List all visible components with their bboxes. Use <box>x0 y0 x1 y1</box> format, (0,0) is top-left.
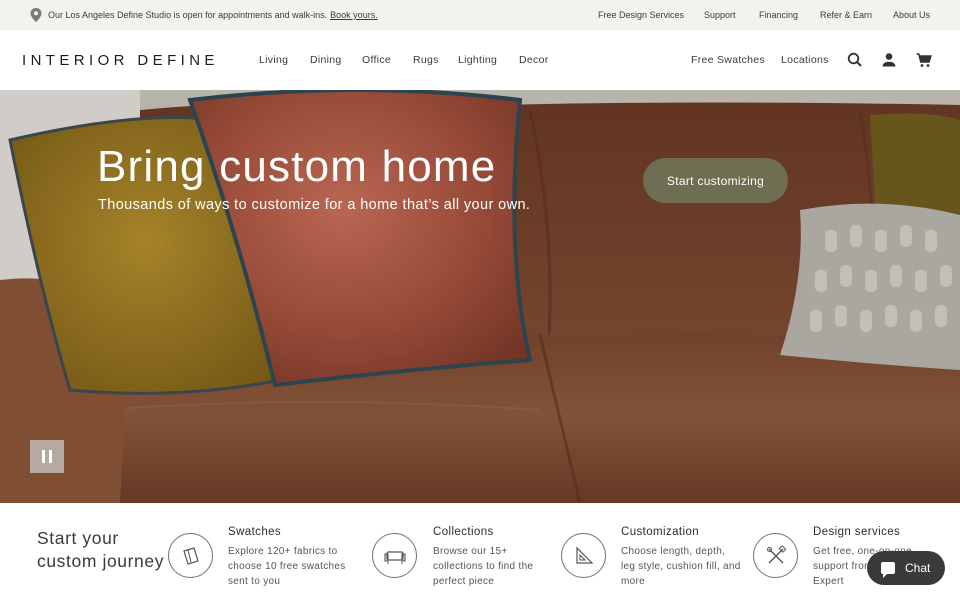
customization-title[interactable]: Customization <box>621 526 699 538</box>
swatches-text: Explore 120+ fabrics to choose 10 free s… <box>228 546 346 587</box>
chat-button[interactable]: Chat <box>867 551 945 585</box>
main-header: INTERIOR DEFINE Living Dining Office Rug… <box>0 30 960 90</box>
pause-icon-bar <box>49 450 52 463</box>
nav-living[interactable]: Living <box>259 54 288 66</box>
nav-decor[interactable]: Decor <box>519 54 549 66</box>
start-customizing-button[interactable]: Start customizing <box>643 158 788 203</box>
tools-icon-circle[interactable] <box>753 533 798 578</box>
announcement-bar: Our Los Angeles Define Studio is open fo… <box>0 0 960 30</box>
announcement-text: Our Los Angeles Define Studio is open fo… <box>48 10 378 20</box>
pause-icon <box>42 450 45 463</box>
location-pin-icon <box>30 8 42 22</box>
cart-icon[interactable] <box>915 51 933 69</box>
util-free-design-services[interactable]: Free Design Services <box>598 10 684 20</box>
free-swatches-link[interactable]: Free Swatches <box>691 54 765 66</box>
nav-dining[interactable]: Dining <box>310 54 342 66</box>
logo[interactable]: INTERIOR DEFINE <box>22 52 219 69</box>
util-support[interactable]: Support <box>704 10 736 20</box>
util-refer-earn[interactable]: Refer & Earn <box>820 10 872 20</box>
swatch-icon <box>183 547 199 565</box>
customization-text: Choose length, depth, leg style, cushion… <box>621 546 741 587</box>
custom-journey-section: Start your custom journey Swatches Explo… <box>0 503 960 600</box>
locations-link[interactable]: Locations <box>781 54 829 66</box>
swatch-icon-circle[interactable] <box>168 533 213 578</box>
hero-banner: Bring custom home Thousands of ways to c… <box>0 90 960 503</box>
search-icon[interactable] <box>846 51 864 69</box>
hero-title: Bring custom home <box>97 142 497 191</box>
sofa-icon <box>384 551 406 564</box>
sofa-icon-circle[interactable] <box>372 533 417 578</box>
account-icon[interactable] <box>880 51 898 69</box>
pause-video-button[interactable] <box>30 440 64 473</box>
journey-title: Start your custom journey <box>37 528 165 571</box>
nav-lighting[interactable]: Lighting <box>458 54 497 66</box>
chat-bubble-icon <box>881 562 895 578</box>
nav-rugs[interactable]: Rugs <box>413 54 439 66</box>
util-about-us[interactable]: About Us <box>893 10 930 20</box>
design-services-title[interactable]: Design services <box>813 526 900 538</box>
tools-icon <box>767 545 787 564</box>
ruler-icon <box>576 546 594 564</box>
book-appointment-link[interactable]: Book yours. <box>330 10 378 20</box>
nav-office[interactable]: Office <box>362 54 391 66</box>
swatches-title[interactable]: Swatches <box>228 526 281 538</box>
util-financing[interactable]: Financing <box>759 10 798 20</box>
collections-title[interactable]: Collections <box>433 526 494 538</box>
collections-text: Browse our 15+ collections to find the p… <box>433 546 534 587</box>
ruler-icon-circle[interactable] <box>561 533 606 578</box>
announcement-message: Our Los Angeles Define Studio is open fo… <box>48 10 328 20</box>
chat-label: Chat <box>905 561 931 575</box>
hero-subtitle: Thousands of ways to customize for a hom… <box>98 197 531 213</box>
